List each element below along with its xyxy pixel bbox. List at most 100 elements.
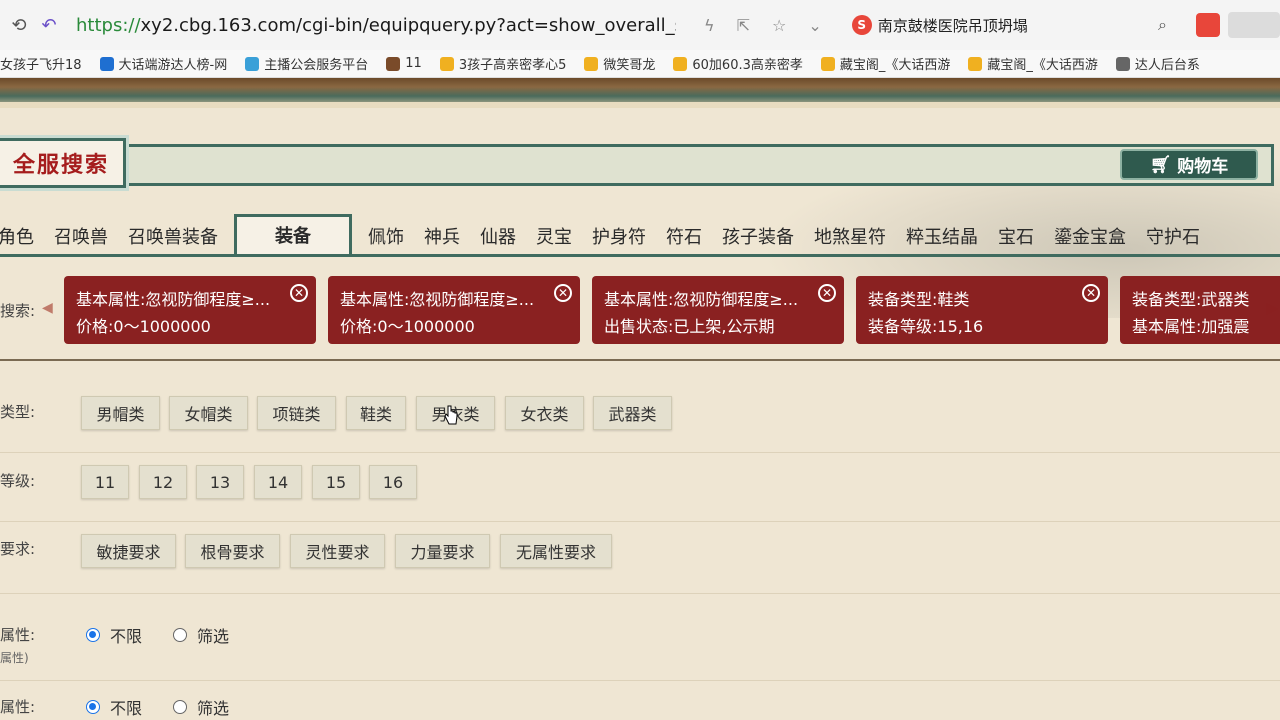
- extension-icon[interactable]: [1196, 13, 1220, 37]
- bookmark-item[interactable]: 藏宝阁_《大话西游: [820, 54, 950, 73]
- bookmark-item[interactable]: 11: [386, 56, 422, 71]
- type-option-button[interactable]: 鞋类: [346, 396, 406, 430]
- level-option-button[interactable]: 14: [254, 465, 302, 499]
- url-field[interactable]: https://xy2.cbg.163.com/cgi-bin/equipque…: [76, 15, 676, 36]
- radio-checked-icon: [86, 700, 100, 714]
- attr1-radio-filter[interactable]: 筛选: [173, 623, 229, 647]
- bookmarks-bar: 女孩子飞升18 大话端游达人榜-网 主播公会服务平台 11 3孩子高亲密孝心5 微笑哥龙 6…: [0, 50, 1280, 78]
- req-row-label: 要求:: [0, 540, 36, 558]
- bookmark-item[interactable]: 达人后台系: [1115, 54, 1200, 73]
- level-row-label: 等级:: [0, 472, 36, 490]
- bookmark-item[interactable]: 大话端游达人榜-网: [99, 54, 227, 73]
- tab-item[interactable]: 灵宝: [526, 220, 582, 256]
- search-icon[interactable]: ⌕: [1158, 15, 1167, 35]
- tab-item[interactable]: 佩饰: [358, 220, 414, 256]
- filter-label: 搜索:: [0, 302, 36, 320]
- page-content: 全服搜索 🛒︎ 购物车 角色 召唤兽 召唤兽装备 装备 佩饰 神兵 仙器 灵宝 护身符 符石 孩子装备…: [0, 78, 1280, 720]
- tab-item[interactable]: 召唤兽: [44, 220, 118, 256]
- chevron-right-icon[interactable]: ▶: [1266, 298, 1278, 317]
- tab-item[interactable]: 地煞星符: [804, 220, 896, 256]
- bookmark-favicon-icon: [245, 56, 260, 71]
- star-icon[interactable]: ☆: [772, 16, 786, 35]
- bookmark-item[interactable]: 藏宝阁_《大话西游: [968, 54, 1098, 73]
- decorative-border: [0, 78, 1280, 108]
- req-option-button[interactable]: 敏捷要求: [81, 534, 176, 568]
- bookmark-item[interactable]: 主播公会服务平台: [245, 54, 368, 73]
- chevron-down-icon[interactable]: ⌄: [808, 16, 821, 35]
- bookmark-favicon-icon: [673, 56, 688, 71]
- chevron-left-icon[interactable]: ◀: [42, 300, 53, 316]
- tab-item[interactable]: 召唤兽装备: [118, 220, 228, 256]
- row-divider: [0, 593, 1280, 594]
- row-divider: [0, 452, 1280, 453]
- filter-chip[interactable]: 基本属性:忽视防御程度≥... 价格:0～1000000 ✕: [64, 276, 316, 344]
- filter-chip[interactable]: 基本属性:忽视防御程度≥... 价格:0～1000000 ✕: [328, 276, 580, 344]
- row-divider: [0, 521, 1280, 522]
- tab-item[interactable]: 仙器: [470, 220, 526, 256]
- req-option-button[interactable]: 根骨要求: [185, 534, 280, 568]
- extension-badge[interactable]: [1228, 12, 1280, 38]
- cart-icon: 🛒︎: [1149, 154, 1172, 175]
- bookmark-favicon-icon: [968, 56, 983, 71]
- tab-item[interactable]: 护身符: [582, 220, 656, 256]
- bookmark-favicon-icon: [99, 56, 114, 71]
- type-option-button[interactable]: 女帽类: [169, 396, 248, 430]
- type-option-button[interactable]: 武器类: [593, 396, 672, 430]
- filter-chip[interactable]: 基本属性:忽视防御程度≥... 出售状态:已上架,公示期 ✕: [592, 276, 844, 344]
- close-icon[interactable]: ✕: [818, 284, 836, 302]
- tab-item[interactable]: 鎏金宝盒: [1044, 220, 1136, 256]
- tab-item[interactable]: 宝石: [988, 220, 1044, 256]
- bookmark-favicon-icon: [584, 56, 599, 71]
- filter-chip[interactable]: 装备类型:鞋类 装备等级:15,16 ✕: [856, 276, 1108, 344]
- attr-row-label: 属性:: [0, 626, 36, 644]
- tab-item[interactable]: 角色: [0, 220, 44, 256]
- req-option-button[interactable]: 无属性要求: [500, 534, 612, 568]
- req-option-button[interactable]: 灵性要求: [290, 534, 385, 568]
- tab-item[interactable]: 粹玉结晶: [896, 220, 988, 256]
- search-engine-box[interactable]: S 南京鼓楼医院吊顶坍塌: [851, 15, 1028, 36]
- req-option-button[interactable]: 力量要求: [395, 534, 490, 568]
- share-icon[interactable]: ⇱: [737, 16, 750, 35]
- row-divider: [0, 680, 1280, 681]
- lightning-icon[interactable]: ϟ: [704, 16, 715, 35]
- tab-item[interactable]: 孩子装备: [712, 220, 804, 256]
- level-option-button[interactable]: 15: [312, 465, 360, 499]
- page-title: 全服搜索: [0, 138, 126, 188]
- bookmark-favicon-icon: [820, 56, 835, 71]
- sogou-icon: S: [851, 15, 872, 35]
- filter-divider: [0, 359, 1280, 361]
- cart-button[interactable]: 🛒︎ 购物车: [1120, 149, 1258, 180]
- level-option-button[interactable]: 12: [139, 465, 187, 499]
- type-option-button[interactable]: 项链类: [257, 396, 336, 430]
- bookmark-item[interactable]: 微笑哥龙: [584, 54, 655, 73]
- type-option-button[interactable]: 男帽类: [81, 396, 160, 430]
- level-option-button[interactable]: 16: [369, 465, 417, 499]
- bookmark-favicon-icon: [386, 56, 401, 71]
- tab-item[interactable]: 符石: [656, 220, 712, 256]
- bookmark-item[interactable]: 60加60.3高亲密孝: [673, 54, 803, 73]
- bookmark-item[interactable]: 女孩子飞升18: [0, 54, 82, 73]
- close-icon[interactable]: ✕: [554, 284, 572, 302]
- type-option-button[interactable]: 女衣类: [505, 396, 584, 430]
- level-option-button[interactable]: 11: [81, 465, 129, 499]
- attr-row-sub: 属性): [0, 651, 29, 665]
- level-option-button[interactable]: 13: [196, 465, 244, 499]
- close-icon[interactable]: ✕: [290, 284, 308, 302]
- type-row-label: 类型:: [0, 403, 36, 421]
- filter-chip[interactable]: 装备类型:武器类 基本属性:加强震: [1120, 276, 1280, 344]
- tab-item[interactable]: 守护石: [1136, 220, 1210, 256]
- attr2-row-label: 属性:: [0, 698, 36, 716]
- bookmark-favicon-icon: [439, 56, 454, 71]
- radio-unchecked-icon: [173, 700, 187, 714]
- tab-item[interactable]: 神兵: [414, 220, 470, 256]
- hand-cursor-icon: [444, 405, 458, 425]
- tab-item[interactable]: 装备: [234, 214, 352, 256]
- attr2-radio-filter[interactable]: 筛选: [173, 695, 229, 719]
- undo-icon[interactable]: ↶: [34, 10, 64, 40]
- category-tabs: 角色 召唤兽 召唤兽装备 装备 佩饰 神兵 仙器 灵宝 护身符 符石 孩子装备 地煞星符 粹玉结晶 宝石鎏…: [0, 214, 1280, 256]
- attr2-radio-unlimited[interactable]: 不限: [86, 695, 142, 719]
- refresh-icon[interactable]: ⟲: [4, 10, 34, 40]
- close-icon[interactable]: ✕: [1082, 284, 1100, 302]
- attr1-radio-unlimited[interactable]: 不限: [86, 623, 142, 647]
- bookmark-item[interactable]: 3孩子高亲密孝心5: [439, 54, 566, 73]
